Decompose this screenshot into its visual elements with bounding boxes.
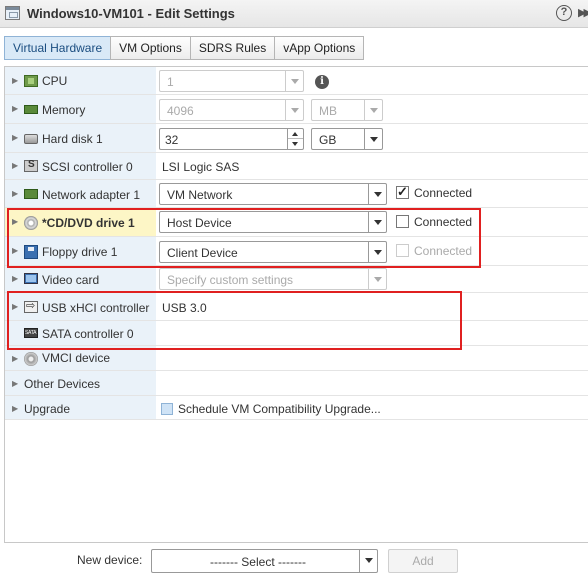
video-card-select[interactable]: Specify custom settings bbox=[159, 268, 387, 290]
stepper-up-icon[interactable] bbox=[288, 129, 303, 139]
expand-icon[interactable]: ▶▶ bbox=[578, 6, 588, 19]
cpu-value: 1 bbox=[167, 75, 174, 89]
row-memory: ▶ Memory 4096 MB bbox=[5, 95, 588, 124]
memory-unit: MB bbox=[319, 104, 337, 118]
row-other-devices: ▶ Other Devices bbox=[5, 371, 588, 396]
chevron-down-icon bbox=[368, 269, 386, 289]
video-card-icon bbox=[24, 273, 38, 284]
vmci-label: VMCI device bbox=[42, 351, 111, 365]
new-device-select[interactable]: ------- Select ------- bbox=[151, 549, 378, 573]
cpu-icon bbox=[24, 75, 38, 87]
title-bar: Windows10-VM101 - Edit Settings ? ▶▶ bbox=[0, 0, 588, 28]
memory-label: Memory bbox=[42, 103, 86, 117]
network-connected-checkbox[interactable] bbox=[396, 184, 409, 200]
chevron-down-icon bbox=[364, 129, 382, 149]
video-card-label: Video card bbox=[42, 273, 100, 287]
new-device-label: New device: bbox=[77, 553, 143, 567]
vmci-icon bbox=[24, 352, 38, 366]
highlight-box-controllers bbox=[7, 291, 462, 350]
memory-value: 4096 bbox=[167, 104, 194, 118]
row-network-adapter: ▶ Network adapter 1 VM Network Connected bbox=[5, 180, 588, 208]
expand-arrow-icon[interactable]: ▶ bbox=[12, 404, 18, 413]
hard-disk-size: 32 bbox=[165, 133, 179, 147]
memory-icon bbox=[24, 105, 38, 114]
expand-arrow-icon[interactable]: ▶ bbox=[12, 189, 18, 198]
expand-arrow-icon[interactable]: ▶ bbox=[12, 379, 18, 388]
cpu-label: CPU bbox=[42, 74, 68, 88]
expand-arrow-icon[interactable]: ▶ bbox=[12, 161, 18, 170]
tab-bar: Virtual Hardware VM Options SDRS Rules v… bbox=[4, 36, 365, 60]
memory-unit-select[interactable]: MB bbox=[311, 99, 383, 121]
scsi-value: LSI Logic SAS bbox=[162, 160, 240, 174]
cpu-select[interactable]: 1 bbox=[159, 70, 304, 92]
expand-arrow-icon[interactable]: ▶ bbox=[12, 354, 18, 363]
vm-window-icon bbox=[5, 6, 20, 20]
row-video-card: ▶ Video card Specify custom settings bbox=[5, 266, 588, 293]
row-upgrade: ▶ Upgrade Schedule VM Compatibility Upgr… bbox=[5, 396, 588, 420]
network-connected-label: Connected bbox=[414, 186, 473, 200]
upgrade-label: Upgrade bbox=[24, 402, 71, 416]
network-select[interactable]: VM Network bbox=[159, 183, 387, 205]
tab-vm-options[interactable]: VM Options bbox=[110, 36, 191, 60]
memory-select[interactable]: 4096 bbox=[159, 99, 304, 121]
expand-arrow-icon[interactable]: ▶ bbox=[12, 274, 18, 283]
expand-arrow-icon[interactable]: ▶ bbox=[12, 133, 18, 142]
tab-sdrs-rules[interactable]: SDRS Rules bbox=[189, 36, 276, 60]
upgrade-checkbox[interactable] bbox=[161, 403, 173, 415]
help-icon[interactable]: ? bbox=[556, 5, 572, 21]
highlight-box-drives bbox=[7, 208, 481, 268]
stepper-down-icon[interactable] bbox=[288, 139, 303, 149]
hard-disk-size-stepper[interactable]: 32 bbox=[159, 128, 304, 150]
hard-disk-unit-select[interactable]: GB bbox=[311, 128, 383, 150]
chevron-down-icon bbox=[285, 71, 303, 91]
row-cpu: ▶ CPU 1 i bbox=[5, 67, 588, 95]
chevron-down-icon bbox=[285, 100, 303, 120]
new-device-select-value: ------- Select ------- bbox=[210, 555, 306, 569]
chevron-down-icon bbox=[368, 184, 386, 204]
chevron-down-icon bbox=[359, 550, 377, 572]
add-button[interactable]: Add bbox=[388, 549, 458, 573]
other-devices-label: Other Devices bbox=[24, 377, 101, 391]
hard-disk-label: Hard disk 1 bbox=[42, 132, 103, 146]
video-card-value: Specify custom settings bbox=[167, 273, 294, 287]
row-hard-disk: ▶ Hard disk 1 32 GB bbox=[5, 124, 588, 153]
expand-arrow-icon[interactable]: ▶ bbox=[12, 104, 18, 113]
window-title: Windows10-VM101 - Edit Settings bbox=[27, 6, 235, 21]
hard-disk-unit: GB bbox=[319, 133, 337, 147]
hard-disk-icon bbox=[24, 134, 38, 144]
network-label: Network adapter 1 bbox=[42, 188, 141, 202]
network-value: VM Network bbox=[167, 188, 233, 202]
tab-vapp-options[interactable]: vApp Options bbox=[274, 36, 365, 60]
scsi-icon bbox=[24, 159, 38, 172]
chevron-down-icon bbox=[364, 100, 382, 120]
scsi-label: SCSI controller 0 bbox=[42, 160, 133, 174]
upgrade-value: Schedule VM Compatibility Upgrade... bbox=[178, 402, 381, 416]
stepper-buttons bbox=[287, 129, 303, 149]
info-icon[interactable]: i bbox=[315, 75, 329, 89]
expand-arrow-icon[interactable]: ▶ bbox=[12, 76, 18, 85]
tab-virtual-hardware[interactable]: Virtual Hardware bbox=[4, 36, 112, 60]
network-icon bbox=[24, 189, 38, 199]
row-scsi-controller: ▶ SCSI controller 0 LSI Logic SAS bbox=[5, 153, 588, 180]
